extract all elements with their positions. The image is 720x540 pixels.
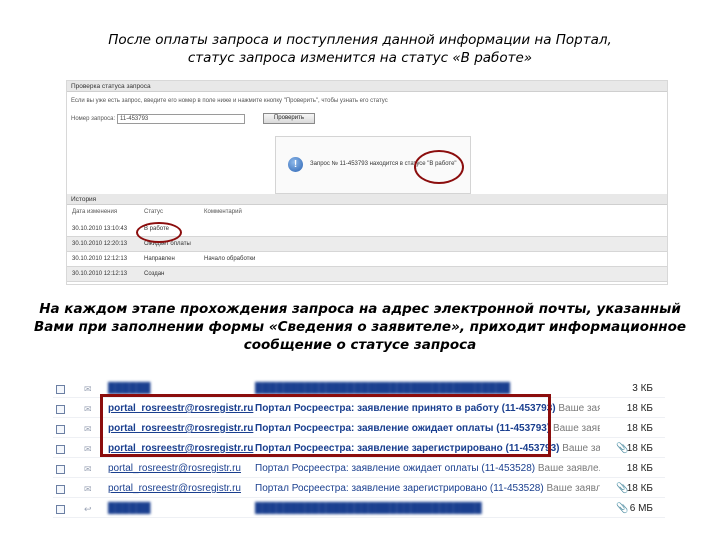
mail-size: 18 КБ <box>626 403 653 414</box>
mail-checkbox[interactable] <box>56 405 65 414</box>
caption-top-line1: После оплаты запроса и поступления данно… <box>108 32 612 48</box>
mail-checkbox[interactable] <box>56 485 65 494</box>
mail-size: 6 МБ <box>629 503 653 514</box>
history-col-comment: Комментарий <box>204 209 242 215</box>
history-row: 30.10.2010 12:12:13 Создан <box>67 267 667 282</box>
mail-snippet: Ваше заявле... <box>552 423 600 434</box>
mail-sender[interactable]: ██████ <box>108 500 151 518</box>
caption-bottom-line2: Вами при заполнении формы «Сведения о за… <box>33 319 687 335</box>
caption-bottom: На каждом этапе прохождения запроса на а… <box>0 300 720 354</box>
mail-subject[interactable]: ████████████████████████████████ <box>255 500 600 518</box>
history-date: 30.10.2010 13:10:43 <box>72 226 128 232</box>
history-title: История <box>67 194 667 205</box>
mail-row[interactable]: ↩ ██████ ███████████████████████████████… <box>53 500 665 518</box>
portal-status-screenshot: Проверка статуса запроса Если вы уже ест… <box>66 80 668 285</box>
mail-snippet: Ваше заявле... <box>546 483 600 494</box>
mail-size: 18 КБ <box>626 463 653 474</box>
mail-checkbox[interactable] <box>56 445 65 454</box>
history-comment: Начало обработки <box>204 256 256 262</box>
mail-checkbox[interactable] <box>56 465 65 474</box>
request-number-input[interactable]: 11-453793 <box>117 114 245 124</box>
status-highlight-oval <box>414 150 464 184</box>
highlighted-emails-frame <box>100 394 551 457</box>
mail-sender[interactable]: portal_rosreestr@rosregistr.ru <box>108 480 241 498</box>
mail-size: 3 КБ <box>632 383 653 394</box>
mail-row[interactable]: ✉ portal_rosreestr@rosregistr.ru Портал … <box>53 460 665 478</box>
mail-subject[interactable]: Портал Росреестра: заявление зарегистрир… <box>255 480 600 498</box>
mail-subject[interactable]: Портал Росреестра: заявление ожидает опл… <box>255 460 600 478</box>
history-col-date: Дата изменения <box>72 209 118 215</box>
caption-bottom-line3: сообщение о статусе запроса <box>243 337 477 353</box>
envelope-icon: ✉ <box>84 424 92 434</box>
history-status: Создан <box>144 271 165 277</box>
envelope-icon: ✉ <box>84 404 92 414</box>
mail-sender[interactable]: portal_rosreestr@rosregistr.ru <box>108 460 241 478</box>
mail-snippet: Ваше заявле... <box>562 443 600 454</box>
status-check-panel-title: Проверка статуса запроса <box>67 81 667 92</box>
history-date: 30.10.2010 12:12:13 <box>72 256 128 262</box>
paperclip-icon: 📎 <box>616 503 629 514</box>
mail-subject-text: Портал Росреестра: заявление зарегистрир… <box>255 483 544 494</box>
mail-snippet: Ваше заявле... <box>558 403 600 414</box>
history-col-status: Статус <box>144 209 163 215</box>
envelope-icon: ✉ <box>84 444 92 454</box>
mail-size: 18 КБ <box>626 483 653 494</box>
envelope-icon: ✉ <box>84 384 92 394</box>
mail-snippet: Ваше заявле... <box>537 463 600 474</box>
mail-subject-text: Портал Росреестра: заявление ожидает опл… <box>255 463 536 474</box>
info-icon: ! <box>288 157 303 172</box>
caption-bottom-line1: На каждом этапе прохождения запроса на а… <box>39 301 681 317</box>
request-number-label: Номер запроса: <box>71 116 116 122</box>
caption-top-line2: статус запроса изменится на статус «В ра… <box>187 50 533 66</box>
history-date: 30.10.2010 12:12:13 <box>72 271 128 277</box>
mail-size: 18 КБ <box>626 423 653 434</box>
check-button[interactable]: Проверить <box>263 113 315 124</box>
envelope-icon: ✉ <box>84 484 92 494</box>
envelope-icon: ✉ <box>84 464 92 474</box>
caption-top: После оплаты запроса и поступления данно… <box>0 31 720 67</box>
status-check-hint: Если вы уже есть запрос, введите его ном… <box>71 98 388 104</box>
history-date: 30.10.2010 12:20:13 <box>72 241 128 247</box>
mail-checkbox[interactable] <box>56 385 65 394</box>
history-row: 30.10.2010 12:12:13 Направлен Начало обр… <box>67 252 667 267</box>
mail-size: 18 КБ <box>626 443 653 454</box>
history-highlight-oval <box>136 222 182 243</box>
history-status: Направлен <box>144 256 175 262</box>
mail-row[interactable]: ✉ portal_rosreestr@rosregistr.ru Портал … <box>53 480 665 498</box>
mail-checkbox[interactable] <box>56 505 65 514</box>
mail-checkbox[interactable] <box>56 425 65 434</box>
reply-icon: ↩ <box>84 504 92 514</box>
